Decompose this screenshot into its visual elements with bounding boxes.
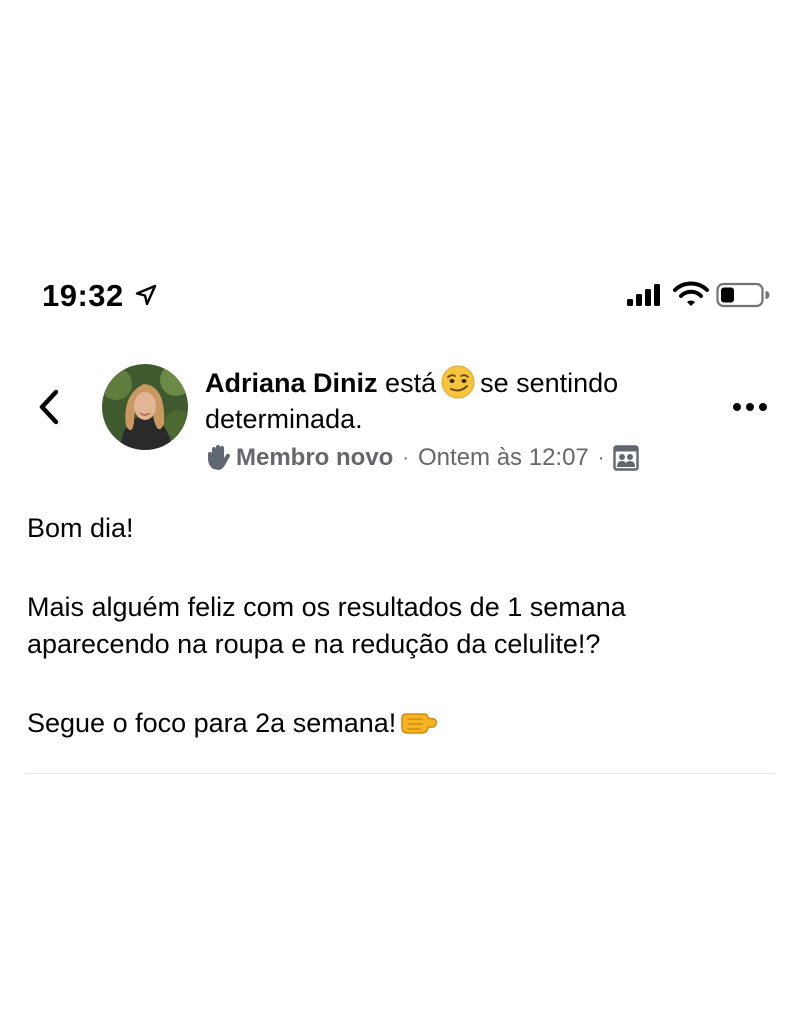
- location-arrow-icon: [135, 284, 157, 306]
- smirk-emoji-icon: [441, 365, 475, 399]
- avatar[interactable]: [102, 364, 188, 450]
- group-members-icon: [613, 445, 640, 471]
- post-divider: [26, 773, 774, 774]
- post-meta-row: Membro novo · Ontem às 12:07 ·: [204, 441, 640, 475]
- wave-hand-icon: [208, 445, 230, 470]
- signal-icon: [627, 284, 660, 306]
- post-body: Bom dia! Mais alguém feliz com os result…: [27, 510, 767, 742]
- post-line-closing-text: Segue o foco para 2a semana!: [27, 708, 397, 738]
- feeling-verb: está: [385, 368, 437, 398]
- back-button[interactable]: [34, 386, 66, 428]
- author-name[interactable]: Adriana Diniz: [205, 368, 378, 398]
- member-badge-label: Membro novo: [236, 444, 394, 471]
- meta-separator-2: ·: [597, 446, 605, 469]
- post-line-greeting: Bom dia!: [27, 513, 134, 543]
- fist-bump-emoji-icon: [401, 713, 438, 734]
- battery-icon: [716, 282, 770, 308]
- meta-separator: ·: [402, 446, 410, 469]
- avatar-photo: [102, 364, 188, 450]
- post-timestamp[interactable]: Ontem às 12:07: [418, 444, 589, 472]
- more-options-button[interactable]: [728, 392, 772, 422]
- status-time: 19:32: [42, 278, 124, 313]
- status-bar: 19:32: [0, 272, 800, 318]
- post-line-question: Mais alguém feliz com os resultados de 1…: [27, 592, 626, 659]
- wifi-icon: [673, 281, 709, 306]
- post-header-text: Adriana Diniz está se sentindo determina…: [205, 364, 725, 437]
- post-line-closing: Segue o foco para 2a semana!: [27, 705, 767, 742]
